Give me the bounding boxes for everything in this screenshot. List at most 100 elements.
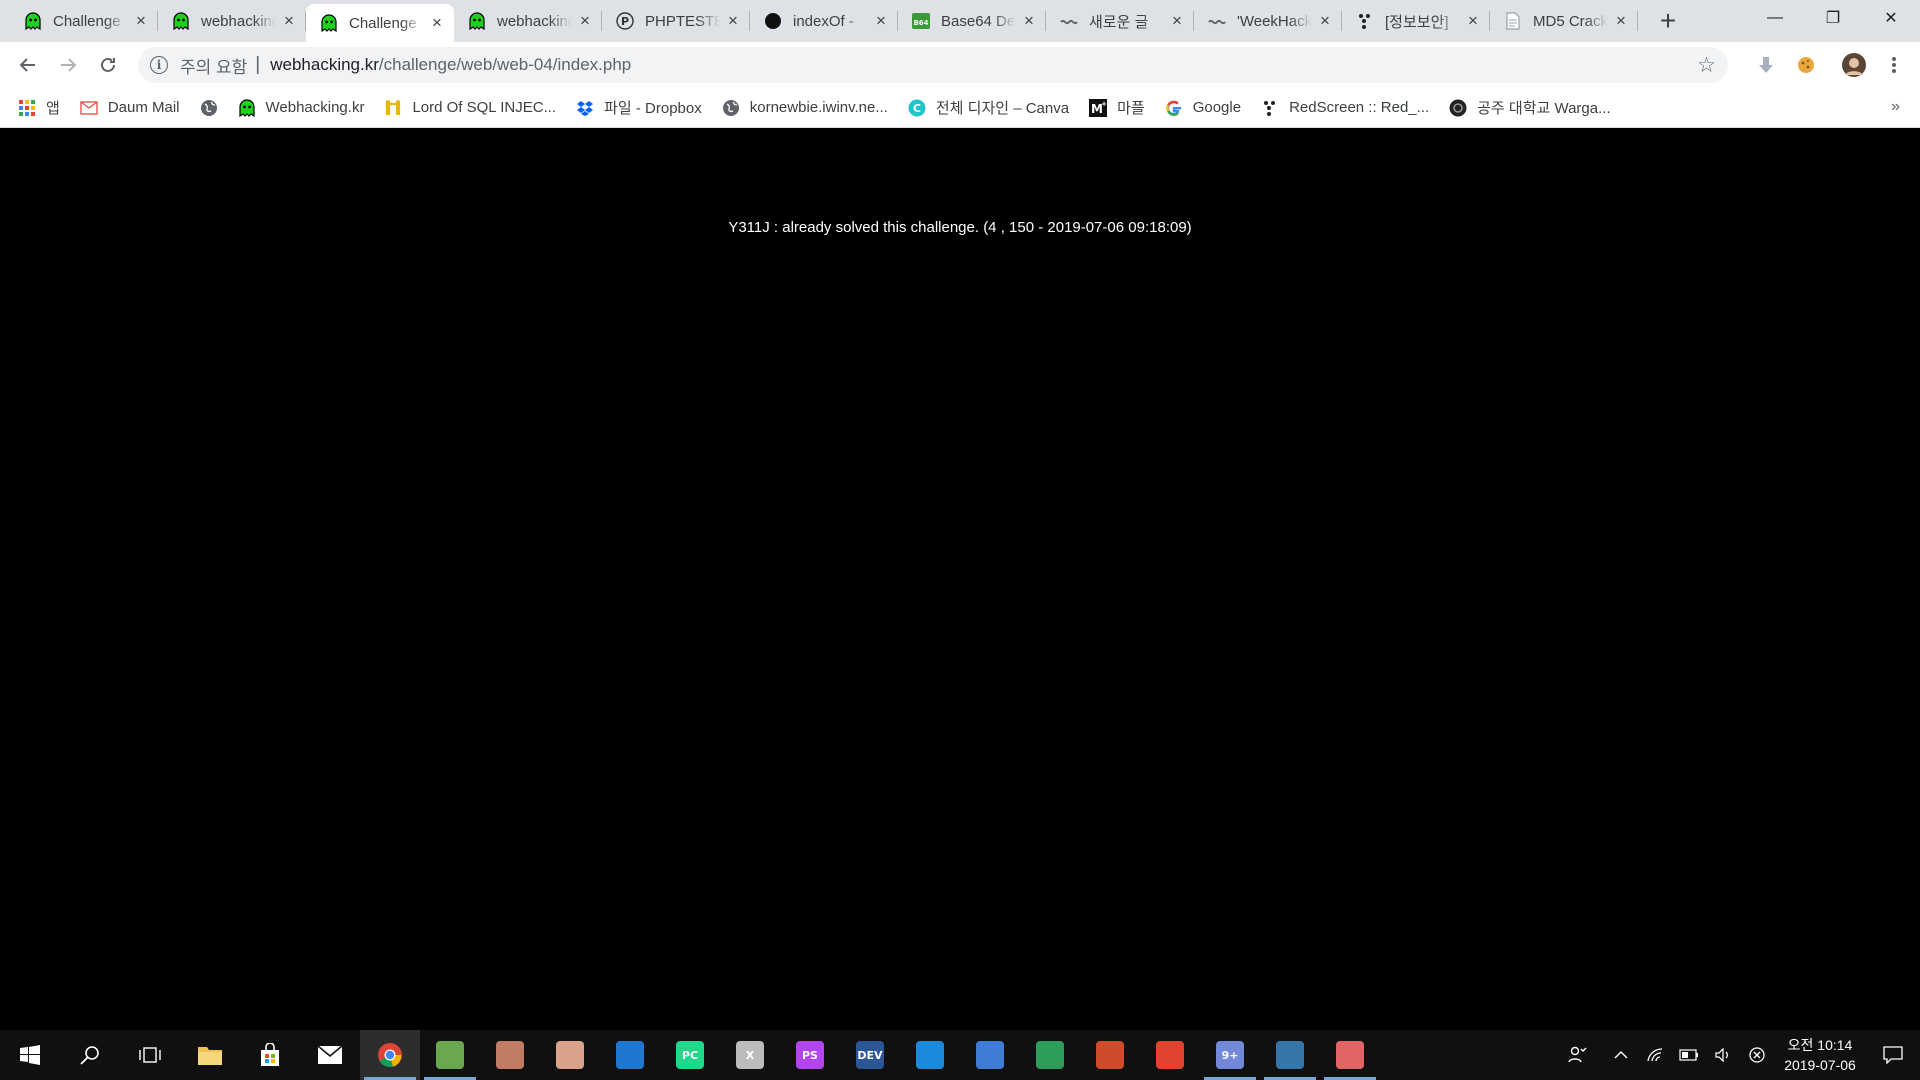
chevron-up-icon[interactable] (1604, 1030, 1638, 1080)
bookmark-item[interactable]: Daum Mail (80, 99, 180, 117)
bookmark-item[interactable]: 공주 대학교 Warga... (1449, 97, 1611, 118)
taskbar-button[interactable] (360, 1030, 420, 1080)
restore-button[interactable]: ❐ (1804, 0, 1862, 36)
taskbar-button[interactable] (1320, 1030, 1380, 1080)
minimize-button[interactable]: — (1746, 0, 1804, 36)
close-window-button[interactable]: ✕ (1862, 0, 1920, 36)
taskbar-button[interactable] (960, 1030, 1020, 1080)
bookmark-star-icon[interactable]: ☆ (1697, 53, 1716, 78)
browser-tab[interactable]: MD5 Crack × (1490, 0, 1638, 42)
tab-title: webhacking (497, 12, 572, 30)
close-tab-icon[interactable]: × (1464, 11, 1482, 30)
close-tab-icon[interactable]: × (724, 11, 742, 30)
bookmark-item[interactable]: M + 마플 (1089, 97, 1145, 118)
taskbar-button[interactable] (1260, 1030, 1320, 1080)
taskbar-button[interactable] (540, 1030, 600, 1080)
bookmark-item[interactable]: RedScreen :: Red_... (1261, 99, 1429, 117)
close-tab-icon[interactable]: × (280, 11, 298, 30)
taskbar-button[interactable] (600, 1030, 660, 1080)
taskbar-button[interactable] (1140, 1030, 1200, 1080)
tab-strip: Challenge × webhacking × Challenge × webhackin… (0, 0, 1920, 42)
taskbar-button[interactable] (240, 1030, 300, 1080)
battery-icon[interactable] (1672, 1030, 1706, 1080)
taskbar-button[interactable] (1080, 1030, 1140, 1080)
close-tab-icon[interactable]: × (1612, 11, 1630, 30)
webhacking-ghost-icon (468, 12, 486, 30)
bookmark-item[interactable]: C 전체 디자인 – Canva (908, 97, 1069, 118)
wifi-icon[interactable] (1638, 1030, 1672, 1080)
browser-tab[interactable]: 새로운 글 × (1046, 0, 1194, 42)
tab-title: 'WeekHack (1237, 12, 1312, 30)
browser-menu-button[interactable] (1874, 45, 1914, 85)
download-arrow-icon (1759, 57, 1773, 73)
taskbar-button[interactable] (1020, 1030, 1080, 1080)
dropbox-icon (576, 99, 594, 117)
browser-tab[interactable]: B64 Base64 Decode× (898, 0, 1046, 42)
bookmark-label: Google (1192, 99, 1242, 116)
browser-tab[interactable]: [정보보안] × (1342, 0, 1490, 42)
reload-button[interactable] (88, 45, 128, 85)
close-tab-icon[interactable]: × (132, 11, 150, 30)
download-extension-button[interactable] (1746, 45, 1786, 85)
bookmark-item[interactable]: 파일 - Dropbox (576, 97, 702, 118)
bookmark-item[interactable]: Lord Of SQL INJEC... (384, 99, 556, 117)
browser-tab[interactable]: indexOf - × (750, 0, 898, 42)
taskbar-button[interactable] (300, 1030, 360, 1080)
phptester-icon: P (616, 12, 634, 30)
close-tab-icon[interactable]: × (1316, 11, 1334, 30)
blog-wave-icon (1060, 12, 1078, 30)
browser-tab[interactable]: Challenge × (306, 4, 454, 42)
taskbar-button[interactable] (60, 1030, 120, 1080)
bookmark-item[interactable]: Webhacking.kr (238, 98, 364, 117)
security-indicator[interactable]: i 주의 요함 (150, 53, 247, 78)
volume-icon[interactable] (1706, 1030, 1740, 1080)
pycharm-icon: PC (676, 1041, 704, 1069)
ime-status-icon[interactable] (1740, 1030, 1774, 1080)
taskbar-button[interactable] (0, 1030, 60, 1080)
close-tab-icon[interactable]: × (872, 11, 890, 30)
tab-title: Challenge (349, 14, 417, 32)
snipping-tool-icon (1336, 1041, 1364, 1069)
close-tab-icon[interactable]: × (576, 11, 594, 30)
browser-tab[interactable]: webhacking × (158, 0, 306, 42)
bookmarks-overflow-button[interactable]: » (1891, 98, 1900, 116)
browser-tab[interactable]: P PHPTESTER× (602, 0, 750, 42)
bookmark-item[interactable]: kornewbie.iwinv.ne... (722, 99, 888, 117)
bookmark-item[interactable]: Google (1165, 99, 1241, 117)
new-tab-button[interactable]: + (1650, 3, 1686, 39)
back-button[interactable] (8, 45, 48, 85)
browser-tab[interactable]: webhacking × (454, 0, 602, 42)
address-bar[interactable]: i 주의 요함 | webhacking.kr/challenge/web/we… (138, 47, 1728, 83)
close-tab-icon[interactable]: × (1168, 11, 1186, 30)
taskbar-button[interactable]: PS (780, 1030, 840, 1080)
taskbar-button[interactable] (480, 1030, 540, 1080)
people-icon[interactable] (1560, 1030, 1594, 1080)
url-text[interactable]: webhacking.kr/challenge/web/web-04/index… (270, 55, 631, 75)
los-icon (384, 99, 402, 117)
action-center-button[interactable] (1866, 1030, 1920, 1080)
taskbar-button[interactable]: DEV (840, 1030, 900, 1080)
taskbar-button[interactable] (420, 1030, 480, 1080)
close-tab-icon[interactable]: × (428, 13, 446, 32)
wireshark-icon (616, 1041, 644, 1069)
taskbar-button[interactable] (180, 1030, 240, 1080)
bookmark-item[interactable]: 앱 (18, 97, 60, 118)
profile-avatar-button[interactable] (1834, 45, 1874, 85)
bookmark-label: 파일 - Dropbox (604, 100, 702, 117)
svg-text:P: P (621, 15, 629, 28)
swirl-app-icon (1156, 1041, 1184, 1069)
cookie-extension-button[interactable] (1786, 45, 1826, 85)
notification-icon (1883, 1046, 1903, 1064)
taskbar-clock[interactable]: 오전 10:14 2019-07-06 (1774, 1035, 1866, 1075)
browser-tab[interactable]: Challenge × (10, 0, 158, 42)
bookmark-item[interactable] (200, 99, 218, 117)
taskbar-button[interactable]: 9+ (1200, 1030, 1260, 1080)
taskbar-button[interactable]: PC (660, 1030, 720, 1080)
forward-button[interactable] (48, 45, 88, 85)
taskbar-button[interactable]: X (720, 1030, 780, 1080)
taskbar-button[interactable] (120, 1030, 180, 1080)
dots-logo-icon (1356, 12, 1374, 30)
taskbar-button[interactable] (900, 1030, 960, 1080)
browser-tab[interactable]: 'WeekHack × (1194, 0, 1342, 42)
close-tab-icon[interactable]: × (1020, 11, 1038, 30)
